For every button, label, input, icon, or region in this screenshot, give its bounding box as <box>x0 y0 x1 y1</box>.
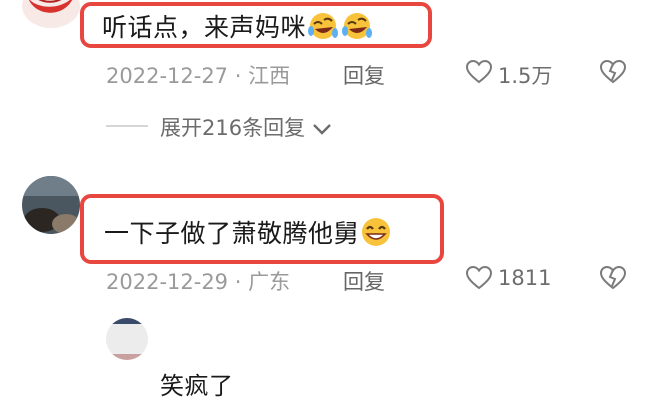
chevron-down-icon <box>312 117 332 141</box>
avatar[interactable] <box>22 176 80 234</box>
like-count: 1811 <box>498 266 552 290</box>
comment-text: 听话点，来声妈咪 <box>102 8 374 47</box>
comment-text: 笑疯了 <box>160 372 234 400</box>
comment-meta: 2022-12-29 · 广东 <box>106 266 290 296</box>
grin-icon <box>359 216 393 254</box>
comment-text: 一下子做了萧敬腾他舅 <box>104 214 393 254</box>
meta-separator: · <box>234 270 242 294</box>
comment-location: 江西 <box>248 64 291 88</box>
avatar[interactable] <box>106 318 148 360</box>
like-count: 1.5万 <box>498 64 553 88</box>
rolling-laugh-icon <box>306 11 340 47</box>
reply-button[interactable]: 回复 <box>343 60 385 90</box>
comment-date: 2022-12-29 <box>106 270 229 294</box>
comment-meta: 2022-12-27 · 江西 <box>106 60 290 90</box>
expand-replies-button[interactable]: 展开216条回复 <box>160 112 332 142</box>
reply-button[interactable]: 回复 <box>343 266 385 296</box>
replies-divider <box>106 125 148 127</box>
avatar[interactable] <box>22 0 80 28</box>
dislike-icon[interactable] <box>599 265 627 294</box>
dislike-icon[interactable] <box>599 59 627 88</box>
like-icon[interactable] <box>465 265 493 294</box>
comment-location: 广东 <box>248 270 291 294</box>
meta-separator: · <box>234 64 242 88</box>
rolling-laugh-icon <box>340 11 374 47</box>
like-icon[interactable] <box>465 59 493 88</box>
expand-replies-label: 展开216条回复 <box>160 116 306 140</box>
comment-date: 2022-12-27 <box>106 64 229 88</box>
